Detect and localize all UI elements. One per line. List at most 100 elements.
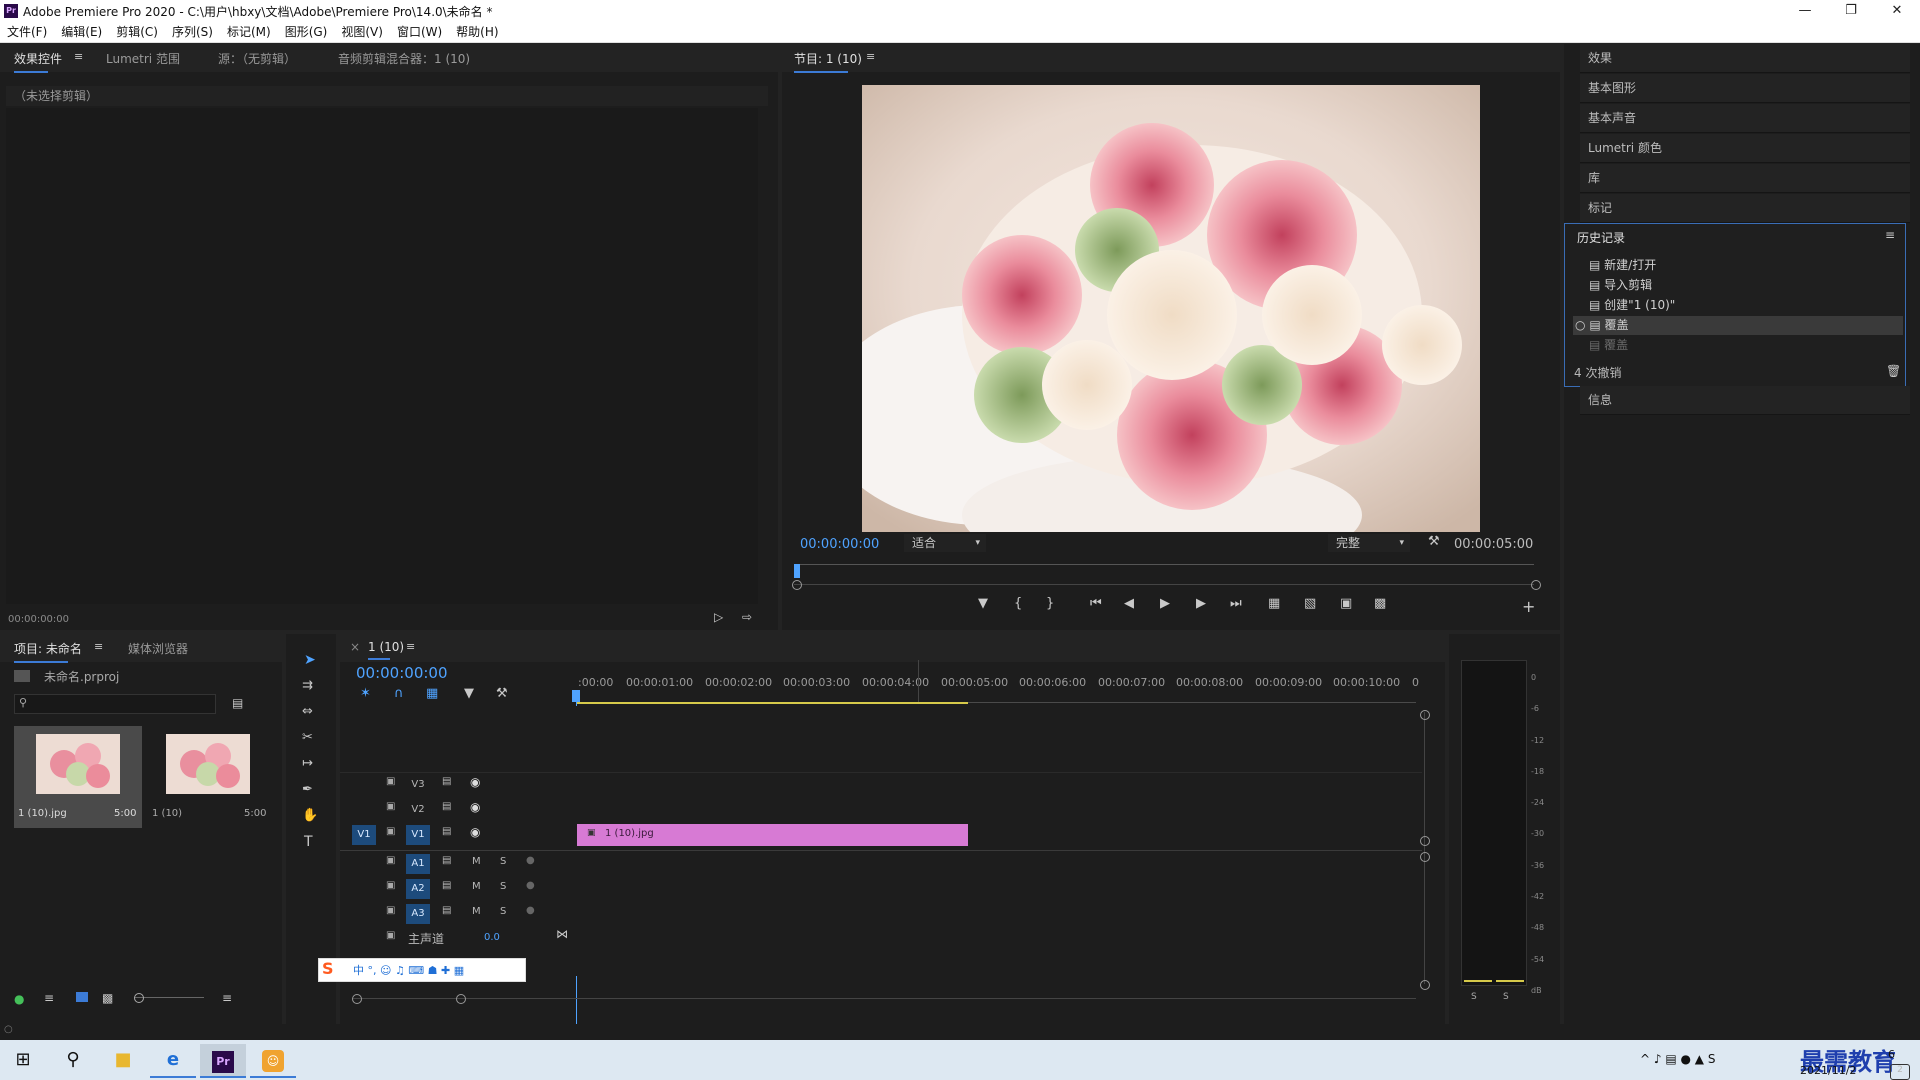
lift-icon[interactable]: ▦ [1268, 596, 1280, 611]
minimize-button[interactable]: — [1782, 0, 1828, 22]
project-menu-icon[interactable]: ≡ [94, 640, 103, 653]
nest-icon[interactable]: ✶ [360, 686, 371, 701]
menu-marker[interactable]: 标记(M) [220, 22, 278, 42]
panel-lumetri-color[interactable]: Lumetri 颜色 [1580, 134, 1910, 163]
lock-icon[interactable]: ▣ [386, 930, 395, 941]
tab-audio-clip-mixer[interactable]: 音频剪辑混合器：1 (10) [338, 50, 470, 67]
tab-sequence[interactable]: 1 (10) [368, 640, 404, 660]
sync-lock-icon[interactable]: ▤ [442, 776, 451, 787]
lock-icon[interactable]: ▣ [386, 801, 395, 812]
panel-markers[interactable]: 标记 [1580, 194, 1910, 223]
step-forward-icon[interactable]: ▶ [1196, 596, 1206, 611]
edge-browser-icon[interactable]: e [150, 1044, 196, 1078]
restore-button[interactable]: ❐ [1828, 0, 1874, 22]
razor-tool-icon[interactable]: ✂ [302, 730, 313, 745]
slip-tool-icon[interactable]: ↦ [302, 756, 313, 771]
ripple-edit-tool-icon[interactable]: ⇔ [302, 704, 313, 719]
sogou-logo-icon[interactable]: S [322, 959, 334, 978]
go-to-out-icon[interactable]: ⏭ [1230, 596, 1242, 611]
mute-button[interactable]: M [472, 881, 481, 892]
sync-lock-icon[interactable]: ▤ [442, 855, 451, 866]
menu-file[interactable]: 文件(F) [0, 22, 54, 42]
add-marker-icon[interactable]: ▼ [464, 686, 474, 701]
work-area-bar[interactable] [576, 702, 968, 704]
expand-master-icon[interactable]: ⋈ [556, 927, 568, 941]
vscroll-handle[interactable] [1420, 852, 1430, 862]
freeform-view-icon[interactable]: ▩ [102, 991, 113, 1005]
tab-source[interactable]: 源：（无剪辑） [218, 50, 296, 67]
mark-in-icon[interactable]: { [1014, 596, 1022, 611]
pen-tool-icon[interactable]: ✒ [302, 782, 313, 797]
panel-essential-sound[interactable]: 基本声音 [1580, 104, 1910, 133]
export-icon[interactable]: ⇨ [742, 610, 752, 624]
linked-selection-icon[interactable]: ▦ [426, 686, 438, 701]
sync-lock-icon[interactable]: ▤ [442, 801, 451, 812]
filter-icon[interactable]: ▷ [714, 610, 723, 624]
button-editor-plus-icon[interactable]: + [1522, 597, 1535, 616]
timeline-hscroll[interactable] [352, 998, 1416, 999]
comparison-view-icon[interactable]: ▩ [1374, 596, 1386, 611]
close-sequence-icon[interactable]: × [350, 640, 360, 654]
sort-icon[interactable]: ≡ [222, 991, 232, 1005]
project-item-selected[interactable]: 1 (10).jpg 5:00 [14, 726, 142, 828]
zoom-handle-right[interactable] [1531, 580, 1541, 590]
voiceover-mic-icon[interactable]: ● [526, 905, 535, 916]
playback-resolution-dropdown[interactable]: 完整 ▾ [1328, 534, 1410, 552]
app-taskbar-icon[interactable]: ☺ [250, 1044, 296, 1078]
lock-icon[interactable]: ▣ [386, 880, 395, 891]
search-icon[interactable]: ⚲ [50, 1044, 96, 1076]
menu-graphics[interactable]: 图形(G) [278, 22, 335, 42]
mark-out-icon[interactable]: } [1046, 596, 1054, 611]
sync-lock-icon[interactable]: ▤ [442, 826, 451, 837]
wrench-icon[interactable]: ⚒ [1428, 534, 1440, 549]
playhead-handle[interactable] [572, 690, 580, 702]
zoom-handle-left[interactable] [792, 580, 802, 590]
program-playhead[interactable] [794, 564, 800, 578]
program-zoom-bar[interactable] [794, 584, 1534, 585]
zoom-slider[interactable] [134, 997, 204, 998]
history-menu-icon[interactable]: ≡ [1885, 228, 1895, 242]
track-label[interactable]: A1 [406, 854, 430, 874]
panel-effects[interactable]: 效果 [1580, 44, 1910, 73]
project-item[interactable]: 1 (10) 5:00 [146, 726, 274, 828]
vscroll-handle[interactable] [1420, 836, 1430, 846]
tab-project[interactable]: 项目: 未命名 [14, 640, 82, 663]
menu-edit[interactable]: 编辑(E) [54, 22, 109, 42]
trash-icon[interactable]: 🗑 [1886, 364, 1901, 378]
menu-view[interactable]: 视图(V) [334, 22, 390, 42]
tab-media-browser[interactable]: 媒体浏览器 [128, 640, 188, 657]
tab-lumetri-scopes[interactable]: Lumetri 范围 [106, 50, 180, 67]
vscroll-handle[interactable] [1420, 980, 1430, 990]
vscroll-handle[interactable] [1420, 710, 1430, 720]
mute-button[interactable]: M [472, 906, 481, 917]
lock-icon[interactable]: ▣ [386, 905, 395, 916]
hscroll-handle-left[interactable] [352, 994, 362, 1004]
icon-view-icon[interactable] [76, 992, 88, 1002]
ime-icons[interactable]: 中 °, ☺ ♫ ⌨ ☗ ✚ ▦ [353, 962, 464, 978]
menu-window[interactable]: 窗口(W) [390, 22, 449, 42]
voiceover-mic-icon[interactable]: ● [526, 855, 535, 866]
track-label[interactable]: V3 [406, 775, 430, 795]
program-menu-icon[interactable]: ≡ [866, 50, 875, 63]
solo-button[interactable]: S [500, 906, 506, 917]
lock-icon[interactable]: ▣ [386, 776, 395, 787]
history-item[interactable]: ▤ 新建/打开 [1573, 256, 1903, 275]
solo-button[interactable]: S [500, 856, 506, 867]
tab-program[interactable]: 节目: 1 (10) [794, 50, 862, 73]
panel-essential-graphics[interactable]: 基本图形 [1580, 74, 1910, 103]
step-back-icon[interactable]: ◀ [1124, 596, 1134, 611]
panel-info[interactable]: 信息 [1580, 386, 1910, 415]
snap-icon[interactable]: ∩ [394, 686, 404, 701]
notification-icon[interactable]: 2 [1890, 1064, 1910, 1080]
close-button[interactable]: ✕ [1874, 0, 1920, 22]
track-label[interactable]: V2 [406, 800, 430, 820]
master-volume-value[interactable]: 0.0 [484, 932, 500, 943]
extract-icon[interactable]: ▧ [1304, 596, 1316, 611]
go-to-in-icon[interactable]: ⏮ [1090, 596, 1102, 611]
track-select-tool-icon[interactable]: ⇉ [302, 678, 313, 693]
type-tool-icon[interactable]: T [304, 834, 313, 850]
zoom-slider-handle[interactable] [134, 993, 144, 1003]
mute-button[interactable]: M [472, 856, 481, 867]
lock-icon[interactable]: ▣ [386, 826, 395, 837]
export-frame-icon[interactable]: ▣ [1340, 596, 1352, 611]
